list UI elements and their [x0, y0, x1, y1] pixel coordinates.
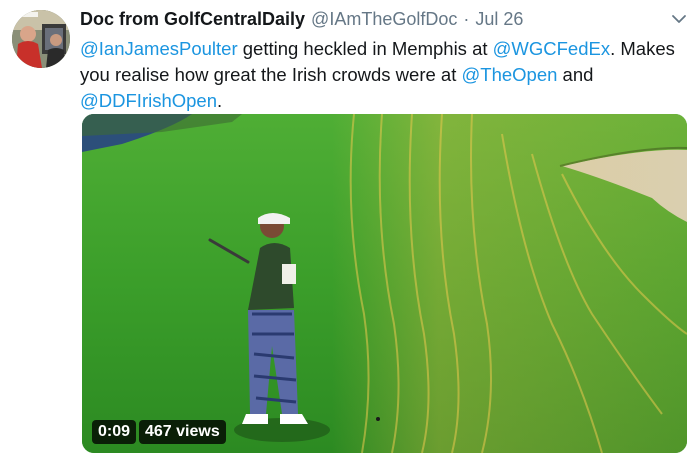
video-frame [82, 114, 687, 453]
user-handle[interactable]: @IAmTheGolfDoc [311, 9, 457, 30]
tweet-text: @IanJamesPoulter getting heckled in Memp… [80, 36, 680, 114]
tweet-date[interactable]: Jul 26 [475, 9, 523, 30]
avatar[interactable] [12, 10, 70, 68]
tweet-text-segment: and [557, 64, 594, 85]
display-name[interactable]: Doc from GolfCentralDaily [80, 9, 305, 30]
video-views-badge: 467 views [139, 420, 226, 444]
tweet-header: Doc from GolfCentralDaily @IAmTheGolfDoc… [80, 9, 523, 33]
tweet-text-segment: getting heckled in Memphis at [237, 38, 493, 59]
video-duration-badge: 0:09 [92, 420, 137, 444]
tweet-card[interactable]: Doc from GolfCentralDaily @IAmTheGolfDoc… [0, 0, 700, 467]
chevron-down-icon[interactable] [670, 12, 688, 26]
mention-link[interactable]: @WGCFedEx [493, 38, 610, 59]
tweet-text-segment: . [217, 90, 223, 111]
separator-dot: · [463, 9, 470, 29]
mention-link[interactable]: @TheOpen [461, 64, 557, 85]
mention-link[interactable]: @DDFIrishOpen [80, 90, 217, 111]
video-player[interactable]: 0:09 467 views [82, 114, 687, 453]
mention-link[interactable]: @IanJamesPoulter [80, 38, 238, 59]
